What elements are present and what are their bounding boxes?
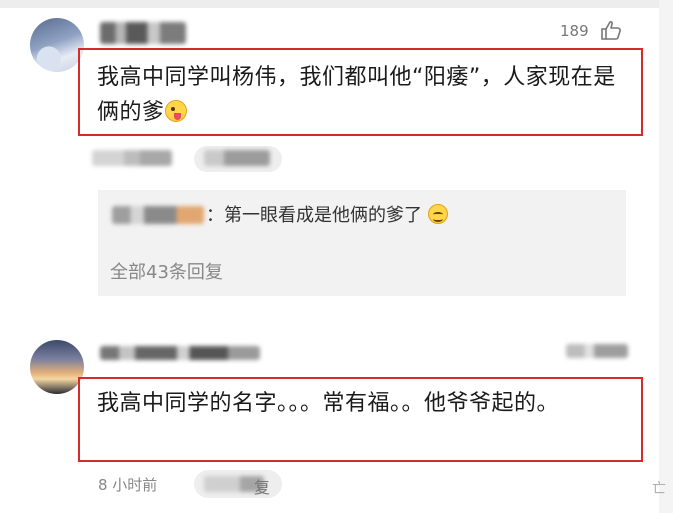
reply-preview-text: ：第一眼看成是他俩的爹了	[206, 203, 448, 229]
username-blurred[interactable]	[100, 346, 260, 360]
thumbs-up-icon[interactable]	[600, 20, 622, 40]
reply-username-blurred[interactable]	[112, 206, 204, 224]
right-scroll-edge	[659, 0, 673, 513]
like-count: 189	[560, 22, 589, 40]
top-divider	[0, 0, 673, 8]
smile-emoji-icon	[427, 204, 448, 224]
comment-time-blurred	[92, 150, 172, 166]
comment-time: 8 小时前	[98, 476, 158, 494]
username-blurred[interactable]	[100, 22, 186, 44]
reply-button-label-blurred	[204, 150, 270, 166]
tongue-out-emoji-icon	[164, 100, 187, 122]
avatar[interactable]	[30, 340, 84, 394]
all-replies-link[interactable]: 全部43条回复	[110, 258, 223, 284]
comment-text: 我高中同学叫杨伟，我们都叫他“阳痿”，人家现在是俩的爹	[97, 65, 616, 125]
avatar[interactable]	[30, 18, 84, 72]
comment-text: 我高中同学的名字。。。常有福。。他爷爷起的。	[97, 391, 560, 416]
reply-button-label: 复	[254, 478, 271, 497]
like-button-blurred[interactable]	[566, 344, 628, 358]
edge-text: 亡	[652, 481, 666, 497]
